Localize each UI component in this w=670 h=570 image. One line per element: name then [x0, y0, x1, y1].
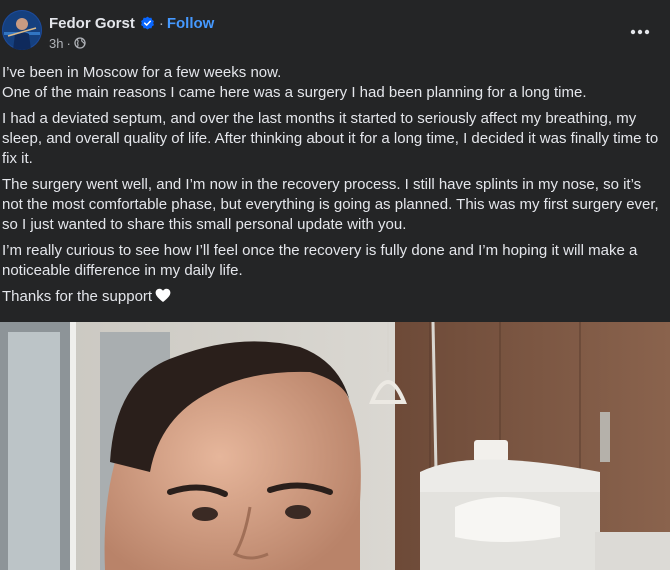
white-heart-emoji-icon: [155, 288, 171, 309]
separator-dot: ·: [158, 14, 164, 32]
author-avatar[interactable]: [2, 10, 42, 50]
avatar-image: [2, 10, 42, 50]
post-paragraph: The surgery went well, and I’m now in th…: [2, 176, 659, 233]
post-paragraph: I had a deviated septum, and over the la…: [2, 110, 659, 167]
post-header: Fedor Gorst · Follow 3h ·: [0, 0, 670, 62]
verified-badge-icon: [140, 16, 155, 31]
post-paragraph: I’ve been in Moscow for a few weeks now.: [2, 64, 282, 81]
post-paragraph: Thanks for the support: [2, 288, 153, 305]
post-paragraph: One of the main reasons I came here was …: [2, 84, 587, 101]
post-paragraph: I’m really curious to see how I’ll feel …: [2, 242, 638, 279]
follow-button[interactable]: Follow: [167, 15, 215, 32]
post-photo[interactable]: [0, 322, 670, 570]
post-paragraph-final: Thanks for the support: [2, 287, 662, 309]
post-timestamp[interactable]: 3h: [49, 36, 63, 51]
post-meta: 3h ·: [49, 35, 86, 51]
author-name[interactable]: Fedor Gorst: [49, 15, 135, 32]
selfie-hospital-photo: [0, 322, 670, 570]
globe-icon[interactable]: [74, 37, 86, 49]
post-body: I’ve been in Moscow for a few weeks now.…: [2, 63, 662, 315]
author-line: Fedor Gorst · Follow: [49, 12, 214, 34]
separator-dot: ·: [66, 35, 71, 51]
more-options-icon[interactable]: [626, 18, 654, 46]
